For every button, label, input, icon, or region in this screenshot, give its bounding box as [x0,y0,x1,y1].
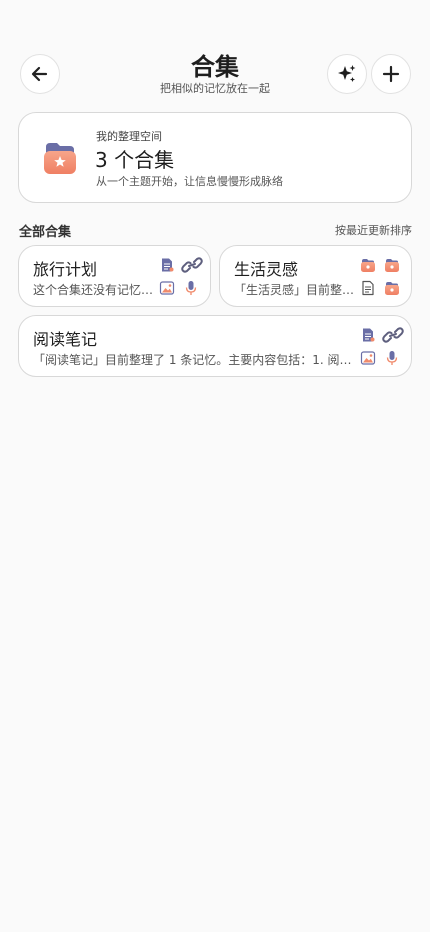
folder-icon [360,257,376,273]
add-collection-button[interactable] [371,54,411,94]
collection-card-life-inspiration[interactable]: 生活灵感 「生活灵感」目前整… [219,245,412,307]
image-icon [360,350,376,366]
sort-toggle[interactable]: 按最近更新排序 [335,222,412,238]
collection-name: 阅读笔记 [33,330,98,349]
page-subtitle: 把相似的记忆放在一起 [160,82,270,95]
plus-icon [382,65,400,83]
workspace-summary-card: 我的整理空间 3 个合集 从一个主题开始，让信息慢慢形成脉络 [18,112,412,203]
collection-card-reading-notes[interactable]: 阅读笔记 「阅读笔记」目前整理了 1 条记忆。主要内容包括：1. 阅… [18,315,412,377]
workspace-description: 从一个主题开始，让信息慢慢形成脉络 [96,175,283,188]
starred-folder-icon [44,143,76,174]
document-icon [360,327,376,343]
collection-name: 旅行计划 [33,260,98,279]
collection-description: 「阅读笔记」目前整理了 1 条记忆。主要内容包括：1. 阅… [33,353,352,367]
sparkle-icon [338,65,356,82]
document-icon [159,257,175,273]
image-icon [159,280,175,296]
link-icon [382,327,404,343]
link-icon [181,257,203,273]
mic-icon [183,280,199,296]
text-icon [360,280,376,296]
collection-name: 生活灵感 [234,260,299,279]
workspace-label: 我的整理空间 [96,130,162,143]
mic-icon [384,350,400,366]
collection-description: 「生活灵感」目前整… [234,283,355,297]
ai-sparkle-button[interactable] [327,54,367,94]
collection-card-travel[interactable]: 旅行计划 这个合集还没有记忆… [18,245,211,307]
folder-icon [384,280,400,296]
section-title: 全部合集 [19,225,72,240]
collection-count: 3 个合集 [95,148,175,172]
folder-icon [384,257,400,273]
collection-description: 这个合集还没有记忆… [33,283,154,297]
